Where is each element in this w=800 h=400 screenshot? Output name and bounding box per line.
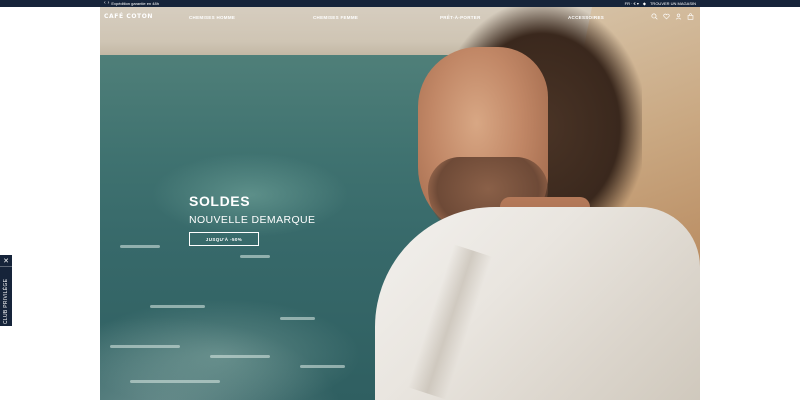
- heart-icon[interactable]: [663, 13, 670, 20]
- club-privilege-label: CLUB PRIVILÈGE: [3, 278, 9, 324]
- water-ripple: [150, 305, 205, 308]
- language-selector[interactable]: FR · € ▾: [625, 0, 639, 7]
- chevron-left-icon[interactable]: ‹: [104, 0, 106, 7]
- water-ripple: [300, 365, 345, 368]
- club-privilege-tab[interactable]: ✕ CLUB PRIVILÈGE: [0, 255, 12, 326]
- promo-subtitle: NOUVELLE DEMARQUE: [189, 214, 316, 226]
- chevron-right-icon[interactable]: ›: [108, 0, 110, 7]
- water-ripple: [130, 380, 220, 383]
- location-pin-icon: ◆: [642, 1, 646, 6]
- announcement-message: Expédition garantie en 48h: [111, 1, 159, 6]
- announcement-left: ‹ › Expédition garantie en 48h: [104, 0, 159, 7]
- promo-title: SOLDES: [189, 193, 251, 209]
- nav-item-pret-a-porter[interactable]: PRÊT-À-PORTER: [440, 15, 481, 20]
- water-ripple: [280, 317, 315, 320]
- nav-item-accessoires[interactable]: ACCESSOIRES: [568, 15, 604, 20]
- brand-logo[interactable]: CAFÉ COTON: [104, 13, 153, 20]
- announcement-right: FR · € ▾ ◆ TROUVER UN MAGASIN: [625, 0, 696, 7]
- main-frame: CAFÉ COTON CHEMISES HOMME CHEMISES FEMME…: [100, 7, 700, 400]
- water-ripple: [110, 345, 180, 348]
- water-ripple: [210, 355, 270, 358]
- nav-item-chemises-femme[interactable]: CHEMISES FEMME: [313, 15, 358, 20]
- bag-icon[interactable]: [687, 13, 694, 20]
- close-icon[interactable]: ✕: [0, 255, 12, 267]
- site-header: CAFÉ COTON CHEMISES HOMME CHEMISES FEMME…: [100, 7, 700, 29]
- header-icons: [651, 13, 694, 20]
- promo-block: SOLDES NOUVELLE DEMARQUE JUSQU'À -50%: [189, 194, 315, 246]
- promo-cta-button[interactable]: JUSQU'À -50%: [189, 232, 259, 246]
- water-ripple: [120, 245, 160, 248]
- user-icon[interactable]: [675, 13, 682, 20]
- nav-item-chemises-homme[interactable]: CHEMISES HOMME: [189, 15, 235, 20]
- announcement-bar: ‹ › Expédition garantie en 48h FR · € ▾ …: [0, 0, 800, 7]
- water-ripple: [240, 255, 270, 258]
- search-icon[interactable]: [651, 13, 658, 20]
- store-locator-link[interactable]: TROUVER UN MAGASIN: [650, 0, 696, 7]
